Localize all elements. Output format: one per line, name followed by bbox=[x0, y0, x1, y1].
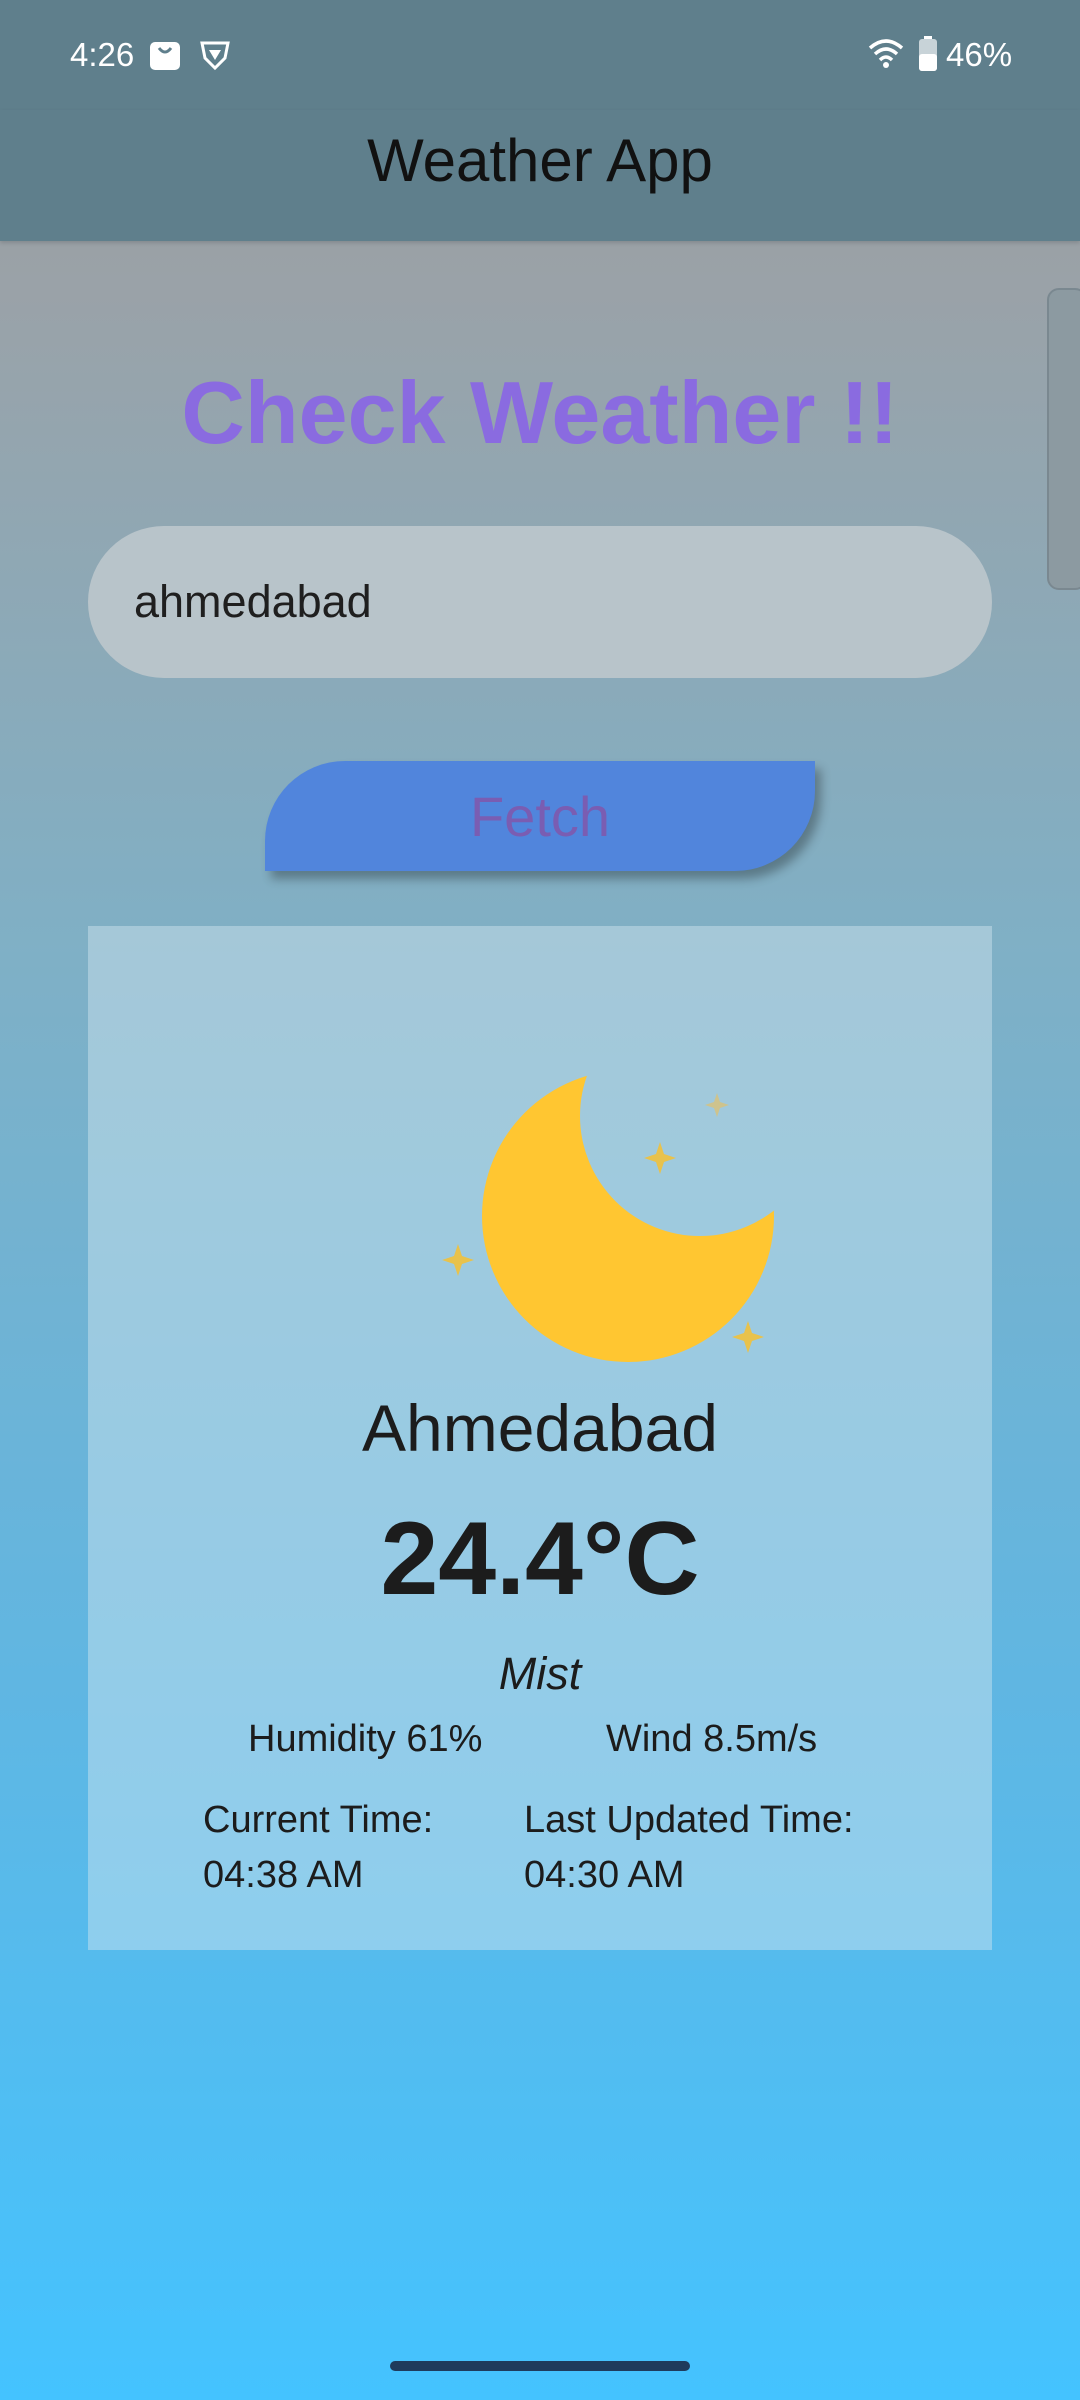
screen: 4:26 46% Weather App Check Weather !! ah… bbox=[0, 0, 1080, 2400]
app-bar: Weather App bbox=[0, 110, 1080, 241]
shield-icon bbox=[200, 41, 230, 71]
city-search-value: ahmedabad bbox=[134, 576, 372, 627]
current-time-label: Current Time: bbox=[203, 1799, 434, 1841]
wifi-icon bbox=[868, 39, 904, 68]
city-name: Ahmedabad bbox=[362, 1391, 718, 1465]
fetch-button[interactable]: Fetch bbox=[265, 761, 815, 871]
current-time-value: 04:38 AM bbox=[203, 1854, 364, 1896]
last-updated-label: Last Updated Time: bbox=[524, 1799, 854, 1841]
home-indicator[interactable] bbox=[390, 2361, 690, 2371]
weather-condition: Mist bbox=[498, 1648, 582, 1699]
wind-speed: Wind 8.5m/s bbox=[606, 1718, 818, 1760]
battery-icon bbox=[919, 36, 937, 71]
status-bar: 4:26 46% bbox=[0, 0, 1080, 110]
shopping-bag-icon bbox=[150, 42, 180, 70]
humidity: Humidity 61% bbox=[248, 1718, 483, 1760]
temperature: 24.4°C bbox=[380, 1501, 700, 1617]
moon-stars-icon bbox=[442, 1070, 774, 1362]
battery-percentage: 46% bbox=[946, 36, 1013, 73]
city-search-input[interactable]: ahmedabad bbox=[88, 526, 992, 678]
weather-card: Ahmedabad 24.4°C Mist Humidity 61% Wind … bbox=[88, 926, 992, 1950]
status-time: 4:26 bbox=[70, 36, 135, 73]
page-heading: Check Weather !! bbox=[181, 363, 899, 462]
last-updated-value: 04:30 AM bbox=[524, 1854, 685, 1896]
app-title: Weather App bbox=[367, 127, 713, 194]
